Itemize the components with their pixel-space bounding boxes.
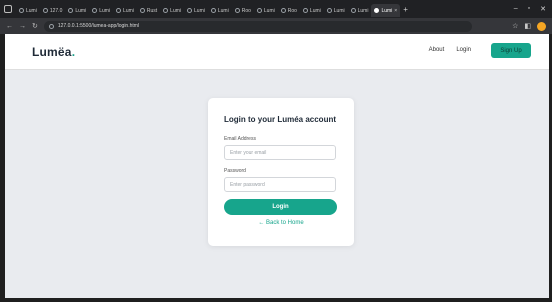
tab-favicon-icon [302,8,308,13]
browser-tab[interactable]: Lumi [160,4,184,17]
tab-favicon-icon [187,8,193,13]
browser-toolbar: ☆ ◧ [512,21,546,31]
close-tab-icon[interactable]: × [394,8,397,14]
tab-label: Rust [146,7,158,14]
browser-tab[interactable]: Lumi [208,4,232,17]
tab-label: Lumi [309,7,321,14]
tab-favicon-icon [280,8,286,13]
nav-about-link[interactable]: About [429,47,445,53]
browser-tab-bar: Lumi 127.0 Lumi Lumi Lumi Rust Lumi Lumi Lumi Roo… [0,0,552,18]
tab-label: Roo [241,7,251,14]
browser-tab[interactable]: Lumi [89,4,113,17]
tab-favicon-icon [92,8,98,13]
tab-favicon-icon [163,8,169,13]
tab-favicon-icon [139,8,145,13]
browser-tab[interactable]: 127.0 [40,4,66,17]
browser-tab[interactable]: Lumi [16,4,40,17]
tab-label: Lumi [194,7,205,14]
tab-favicon-icon [19,8,24,13]
page-viewport: Lumëa. About Login Sign Up Login to your… [5,34,549,298]
tab-favicon-icon [256,8,262,13]
browser-tab[interactable]: Lumi [254,4,278,17]
tab-label: Roo [287,7,297,14]
profile-avatar[interactable] [537,21,546,31]
password-field[interactable] [224,177,336,192]
tab-strip: Lumi 127.0 Lumi Lumi Lumi Rust Lumi Lumi Lumi Roo… [16,0,514,18]
browser-tab[interactable]: Lumi [184,4,208,17]
browser-tab[interactable]: Rust [137,4,160,17]
browser-tab-active[interactable]: Lumi × [371,4,401,17]
tab-label: Lumi [75,7,87,14]
new-tab-button[interactable]: + [403,5,408,14]
browser-tab[interactable]: Lumi [324,4,348,17]
browser-tab[interactable]: Roo [232,4,254,17]
browser-tab[interactable]: Lumi [300,4,324,17]
address-bar-row: ← → ↻ 127.0.0.1:5500/lumea-app/login.htm… [0,18,552,34]
back-to-home-link[interactable]: ← Back to Home [208,220,354,226]
tab-label: Lumi [26,7,37,14]
browser-menu-icon[interactable] [4,5,12,13]
tab-favicon-icon [350,8,356,13]
tab-label: Lumi [333,7,345,14]
close-window-icon[interactable]: ✕ [540,5,546,13]
password-label: Password [224,168,246,174]
minimize-icon[interactable]: – [514,5,518,13]
tab-favicon-icon [374,8,380,13]
nav-links: About Login [429,47,471,53]
brand-dot: . [71,45,76,59]
email-label: Email Address [224,136,256,142]
email-field[interactable] [224,145,336,160]
browser-tab[interactable]: Lumi [113,4,137,17]
brand-logo[interactable]: Lumëa. [32,45,75,59]
extensions-icon[interactable]: ◧ [524,22,531,30]
maximize-icon[interactable]: ▫ [528,5,530,13]
url-text: 127.0.0.1:5500/lumea-app/login.html [57,23,140,29]
login-title: Login to your Luméa account [224,115,337,124]
reload-icon[interactable]: ↻ [32,22,38,30]
back-icon[interactable]: ← [6,23,13,30]
login-button[interactable]: Login [224,199,337,215]
tab-favicon-icon [326,8,332,13]
signup-button[interactable]: Sign Up [491,43,531,58]
brand-name: Lumëa [32,45,72,59]
tab-label: Lumi [381,7,393,14]
tab-label: Lumi [357,7,369,14]
forward-icon[interactable]: → [19,23,26,30]
nav-login-link[interactable]: Login [456,47,471,53]
tab-label: Lumi [99,7,111,14]
browser-tab[interactable]: Lumi [65,4,89,17]
browser-tab[interactable]: Roo [278,4,300,17]
tab-favicon-icon [42,8,48,13]
window-controls: – ▫ ✕ [514,5,552,13]
tab-label: Lumi [170,7,182,14]
tab-favicon-icon [116,8,122,13]
tab-favicon-icon [234,8,240,13]
site-navbar: Lumëa. About Login Sign Up [5,34,549,70]
tab-favicon-icon [210,8,216,13]
tab-label: Lumi [263,7,275,14]
tab-label: Lumi [217,7,229,14]
login-card: Login to your Luméa account Email Addres… [208,98,354,246]
tab-label: 127.0 [49,7,63,14]
tab-label: Lumi [123,7,134,14]
bookmark-star-icon[interactable]: ☆ [512,22,518,30]
tab-favicon-icon [68,8,74,13]
browser-tab[interactable]: Lumi [348,4,372,17]
site-info-icon[interactable] [48,23,54,29]
url-bar[interactable]: 127.0.0.1:5500/lumea-app/login.html [43,20,473,32]
